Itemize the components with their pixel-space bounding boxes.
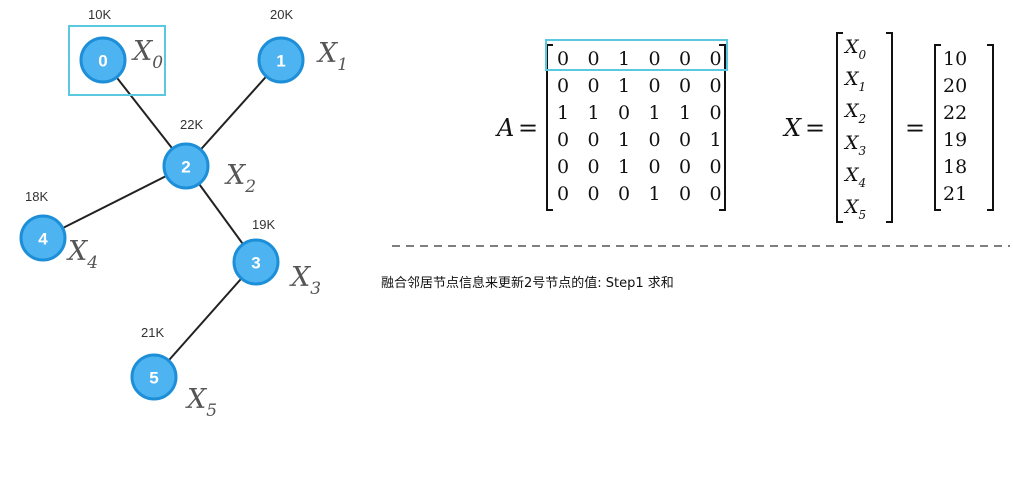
matrix-cell-r2-c2: 0 <box>618 102 630 124</box>
matrix-cell-r3-c0: 0 <box>557 129 569 151</box>
matrix-cell-r0-c3: 0 <box>648 48 660 70</box>
var-vector-right-bracket <box>886 32 893 223</box>
matrix-cell-r1-c1: 0 <box>587 75 599 97</box>
vector-var-1: X1 <box>843 68 866 94</box>
graph-nodes: 0 10K X0 1 20K X1 2 22K X2 3 19K X3 4 18K X4 5 21K X5 <box>19 7 348 421</box>
vector-value-3: 19 <box>943 129 967 151</box>
value-vector-left-bracket <box>934 44 941 211</box>
matrix-cell-r2-c1: 1 <box>587 102 599 124</box>
node-0: 0 10K X0 <box>79 7 163 84</box>
matrix-cell-r1-c3: 0 <box>648 75 660 97</box>
matrix-cell-r0-c4: 0 <box>679 48 691 70</box>
value-vector-right-bracket <box>987 44 994 211</box>
matrix-cell-r1-c5: 0 <box>709 75 721 97</box>
diagram-canvas: 010KX0 120KX1222KX2319KX3418KX4521KX5 A =… <box>19 7 1010 421</box>
node-id-label: 2 <box>181 158 190 177</box>
matrix-cell-r0-c1: 0 <box>587 48 599 70</box>
matrix-cell-r3-c4: 0 <box>679 129 691 151</box>
matrix-equals-sign: = <box>518 114 538 142</box>
matrix-cell-r2-c3: 1 <box>648 102 660 124</box>
node-variable-label: X5 <box>185 384 217 421</box>
node-value-label: 22K <box>180 117 203 132</box>
node-2: 2 22K X2 <box>162 117 256 197</box>
node-id-label: 0 <box>98 52 107 71</box>
vector-var-3: X3 <box>843 132 867 158</box>
matrix-cell-r4-c3: 0 <box>648 156 660 178</box>
adjacency-matrix: 0 0 1 0 0 00 0 1 0 0 01 1 0 1 1 00 0 1 0 0 10 0 1 0 0 00 0 0 1 0 0 <box>557 48 722 205</box>
matrix-cell-r3-c2: 1 <box>618 129 630 151</box>
node-value-label: 20K <box>270 7 293 22</box>
matrix-cell-r4-c5: 0 <box>709 156 721 178</box>
matrix-cell-r5-c5: 0 <box>709 183 721 205</box>
vector-var-4: X4 <box>843 164 866 190</box>
matrix-cell-r2-c5: 0 <box>709 102 721 124</box>
node-variable-label: X2 <box>224 160 256 197</box>
matrix-cell-r4-c2: 1 <box>618 156 630 178</box>
node-value-label: 10K <box>88 7 111 22</box>
node-value-label: 18K <box>25 189 48 204</box>
matrix-cell-r5-c0: 0 <box>557 183 569 205</box>
matrix-cell-r1-c4: 0 <box>679 75 691 97</box>
vector-var-0: X0 <box>843 36 867 62</box>
vector-name: X <box>782 114 802 142</box>
vector-value-1: 20 <box>943 75 967 97</box>
vector-value-0: 10 <box>943 48 967 70</box>
node-variable-label: X4 <box>66 236 98 273</box>
value-vector: 10 20 22 19 18 21 <box>943 48 967 205</box>
matrix-cell-r4-c1: 0 <box>587 156 599 178</box>
node-1: 1 20K X1 <box>257 7 348 84</box>
vector-value-5: 21 <box>943 183 967 205</box>
vector-var-2: X2 <box>843 100 866 126</box>
matrix-cell-r5-c3: 1 <box>648 183 660 205</box>
vector-equals-sign: = <box>805 114 825 142</box>
matrix-cell-r5-c1: 0 <box>587 183 599 205</box>
matrix-cell-r4-c4: 0 <box>679 156 691 178</box>
node-4: 4 18K X4 <box>19 189 98 273</box>
matrix-cell-r2-c0: 1 <box>557 102 569 124</box>
node-value-label: 19K <box>252 217 275 232</box>
node-variable-label: X3 <box>289 262 321 299</box>
highlight-box-row-0 <box>545 39 728 71</box>
node-5: 5 21K X5 <box>130 325 217 421</box>
matrix-cell-r1-c0: 0 <box>557 75 569 97</box>
vector-value-4: 18 <box>943 156 967 178</box>
matrix-cell-r2-c4: 1 <box>679 102 691 124</box>
node-value-label: 21K <box>141 325 164 340</box>
node-id-label: 3 <box>251 254 260 273</box>
caption-text: 融合邻居节点信息来更新2号节点的值: Step1 求和 <box>381 275 674 291</box>
matrix-cell-r5-c4: 0 <box>679 183 691 205</box>
node-id-label: 4 <box>38 230 48 249</box>
matrix-cell-r5-c2: 0 <box>618 183 630 205</box>
matrix-cell-r0-c0: 0 <box>557 48 569 70</box>
edge-2-4 <box>42 165 187 239</box>
matrix-cell-r4-c0: 0 <box>557 156 569 178</box>
matrix-cell-r3-c1: 0 <box>587 129 599 151</box>
matrix-cell-r3-c5: 1 <box>709 129 721 151</box>
var-vector-left-bracket <box>836 32 843 223</box>
vector-value-2: 22 <box>943 102 967 124</box>
matrix-cell-r0-c5: 0 <box>709 48 721 70</box>
node-variable-label: X0 <box>131 36 163 73</box>
matrix-name: A <box>495 114 514 142</box>
matrix-cell-r3-c3: 0 <box>648 129 660 151</box>
node-variable-label: X1 <box>316 38 348 75</box>
vector-var-5: X5 <box>843 196 866 222</box>
node-3: 3 19K X3 <box>232 217 321 299</box>
node-id-label: 5 <box>149 369 158 388</box>
vector-equals-sign-2: = <box>905 114 925 142</box>
node-id-label: 1 <box>276 52 285 71</box>
variable-vector: X0 X1 X2 X3 X4 X5 <box>843 36 867 222</box>
matrix-cell-r1-c2: 1 <box>618 75 630 97</box>
matrix-cell-r0-c2: 1 <box>618 48 630 70</box>
